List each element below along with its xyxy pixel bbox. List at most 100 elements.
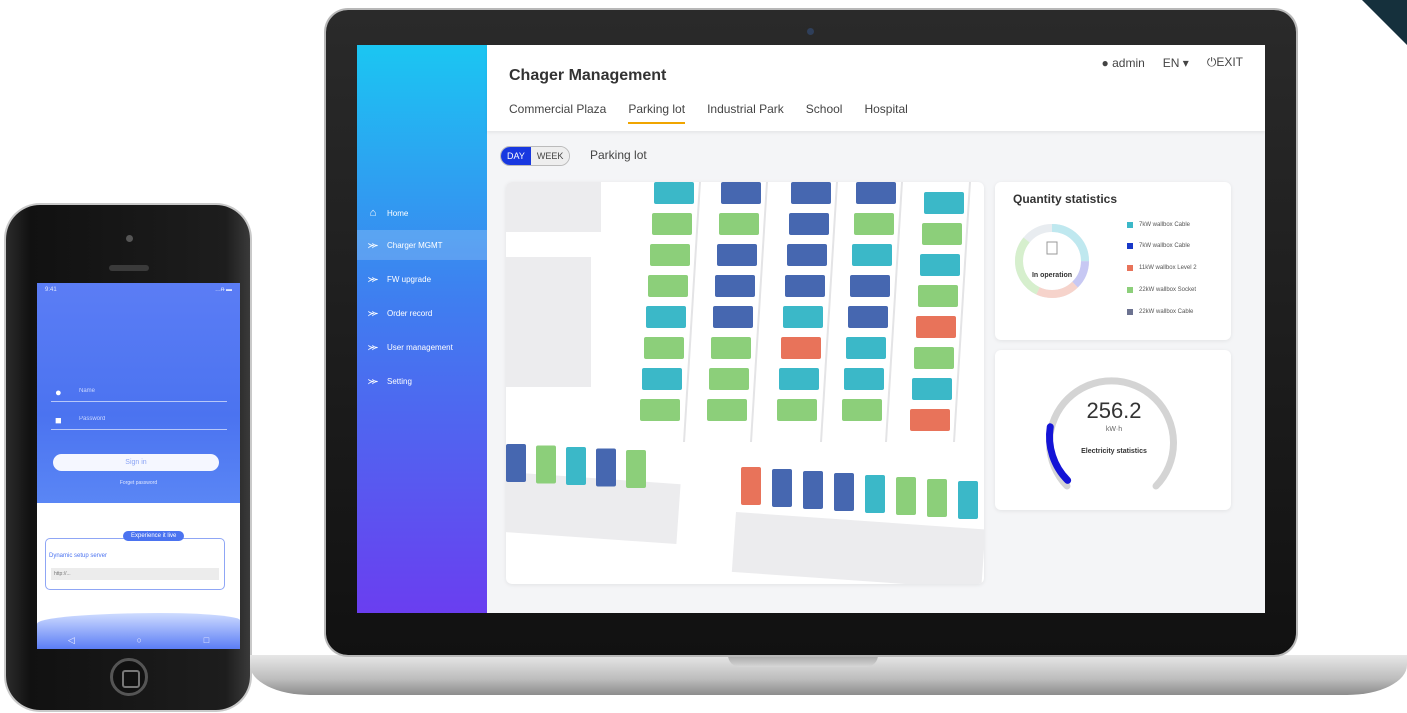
section-subtitle: Parking lot [590, 148, 647, 162]
product-showcase: { "phone": { "status_time": "9:41", "sta… [0, 0, 1407, 713]
sidebar-item-fw-upgrade[interactable]: ⪼ FW upgrade [357, 264, 487, 294]
forget-password-link[interactable]: Forget password [37, 480, 240, 486]
gauge-track [1046, 377, 1177, 490]
parking-stall [783, 306, 823, 328]
sidebar-item-order-record[interactable]: ⪼ Order record [357, 298, 487, 328]
sidebar-item-label: FW upgrade [387, 274, 432, 284]
username-input[interactable] [79, 388, 219, 394]
period-toggle: DAY WEEK [500, 146, 571, 166]
exit-label: EXIT [1216, 55, 1243, 69]
share-icon: ⪼ [367, 238, 379, 251]
android-nav-bar: ◁ ○ □ [37, 631, 240, 649]
phone-speaker [109, 265, 149, 271]
app-header: Chager Management ● admin EN ▾ ⏻EXIT Com… [487, 45, 1265, 131]
parking-map [506, 182, 984, 584]
page-title: Chager Management [509, 67, 667, 84]
user-menu[interactable]: ● admin [1102, 56, 1145, 70]
parking-stall [506, 444, 526, 482]
sidebar-item-user-management[interactable]: ⪼ User management [357, 332, 487, 362]
tab-industrial-park[interactable]: Industrial Park [707, 102, 784, 124]
parking-stall [648, 275, 688, 297]
parking-stall [924, 192, 964, 214]
dynamic-server-label: Dynamic setup server [49, 553, 108, 559]
parking-stall [644, 337, 684, 359]
legend-item: 7kW wallbox Cable [1127, 243, 1190, 249]
legend-swatch [1127, 265, 1133, 271]
back-icon[interactable]: ◁ [68, 635, 75, 646]
user-icon: ● [1101, 55, 1109, 70]
week-toggle-button[interactable]: WEEK [530, 147, 570, 165]
phone-login-panel: 9:41 …ᵰ ▬ ● ■ Sign in Forget password [37, 283, 240, 503]
parking-stall [910, 409, 950, 431]
parking-stall [803, 471, 823, 509]
legend-label: 22kW wallbox Cable [1139, 309, 1194, 315]
parking-stall [654, 182, 694, 204]
parking-stall [626, 450, 646, 488]
parking-stall [566, 447, 586, 485]
parking-stall [781, 337, 821, 359]
language-label: EN [1162, 55, 1180, 70]
parking-stall [785, 275, 825, 297]
power-icon: ⏻ [1206, 55, 1217, 69]
server-url-input[interactable] [51, 568, 219, 580]
legend-swatch [1127, 309, 1133, 315]
parking-stall [711, 337, 751, 359]
legend-label: 7kW wallbox Cable [1139, 243, 1191, 249]
parking-stall [791, 182, 831, 204]
legend-swatch [1127, 243, 1133, 249]
sidebar-item-charger-mgmt[interactable]: ⪼ Charger MGMT [357, 230, 487, 260]
parking-stall [912, 378, 952, 400]
password-input[interactable] [79, 416, 219, 422]
legend-item: 11kW wallbox Level 2 [1127, 265, 1197, 271]
legend-swatch [1127, 222, 1133, 228]
legend-item: 22kW wallbox Socket [1127, 287, 1196, 293]
share-icon: ⪼ [367, 272, 379, 285]
password-field[interactable]: ■ [51, 414, 227, 430]
parking-stall [854, 213, 894, 235]
tab-school[interactable]: School [806, 102, 843, 124]
sidebar-item-setting[interactable]: ⪼ Setting [357, 366, 487, 396]
legend-swatch [1127, 287, 1133, 293]
sidebar-item-home[interactable]: ⌂ Home [357, 198, 487, 228]
location-tabs: Commercial Plaza Parking lot Industrial … [509, 102, 908, 124]
phone-device: 9:41 …ᵰ ▬ ● ■ Sign in Forget password Ex… [6, 205, 250, 710]
exit-button[interactable]: ⏻EXIT [1207, 55, 1243, 70]
sidebar-item-label: Charger MGMT [387, 240, 443, 250]
phone-screen: 9:41 …ᵰ ▬ ● ■ Sign in Forget password Ex… [37, 283, 240, 649]
legend-item: 7kW wallbox Cable [1127, 222, 1190, 228]
parking-stall [721, 182, 761, 204]
username-field[interactable]: ● [51, 386, 227, 402]
parking-stall [536, 445, 556, 484]
tab-parking-lot[interactable]: Parking lot [628, 102, 685, 124]
legend-label: 22kW wallbox Socket [1139, 287, 1197, 293]
electricity-statistics-card: 256.2 kW·h Electricity statistics [995, 350, 1231, 510]
parking-stall [787, 244, 827, 266]
username-label: admin [1112, 55, 1145, 70]
map-block [506, 472, 681, 545]
parking-stall [713, 306, 753, 328]
tab-commercial-plaza[interactable]: Commercial Plaza [509, 102, 606, 124]
parking-stall [842, 399, 882, 421]
parking-stall [652, 213, 692, 235]
experience-badge[interactable]: Experience it live [123, 531, 185, 541]
parking-stall [918, 285, 958, 307]
tab-hospital[interactable]: Hospital [864, 102, 907, 124]
language-select[interactable]: EN ▾ [1163, 56, 1189, 70]
phone-home-button[interactable] [110, 658, 148, 696]
parking-stall [650, 244, 690, 266]
donut-center [1026, 235, 1078, 287]
parking-stall [642, 368, 682, 390]
legend-label: 7kW wallbox Cable [1139, 222, 1191, 228]
parking-stall [707, 399, 747, 421]
caret-down-icon: ▾ [1182, 55, 1189, 70]
sidebar-item-label: Home [387, 208, 409, 218]
map-block [731, 511, 984, 584]
donut-center-label: In operation [1031, 272, 1073, 279]
quantity-donut [1015, 224, 1089, 298]
recent-apps-icon[interactable]: □ [204, 635, 209, 645]
sign-in-button[interactable]: Sign in [53, 454, 219, 471]
home-circle-icon[interactable]: ○ [137, 635, 142, 645]
electricity-label: Electricity statistics [1081, 448, 1147, 455]
sidebar-item-label: Setting [387, 376, 412, 386]
day-toggle-button[interactable]: DAY [501, 147, 531, 165]
